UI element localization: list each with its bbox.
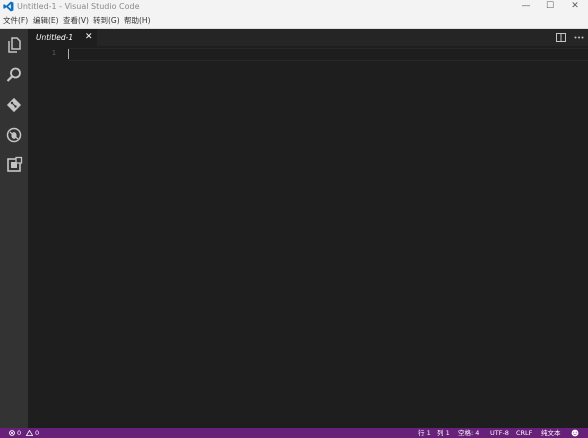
git-icon[interactable] (4, 95, 24, 115)
tab-untitled-1[interactable]: Untitled-1 ✕ (28, 29, 97, 46)
status-column[interactable]: 列 1 (437, 428, 450, 438)
title-bar: Untitled-1 - Visual Studio Code — ☐ ✕ (0, 0, 588, 13)
split-editor-icon[interactable] (554, 31, 568, 44)
explorer-icon[interactable] (4, 35, 24, 55)
error-count[interactable]: 0 (17, 428, 21, 438)
minimize-button[interactable]: — (514, 0, 538, 13)
status-bar: 0 0 行 1 列 1 空格: 4 UTF-8 CRLF 纯文本 (0, 428, 588, 438)
warning-count[interactable]: 0 (35, 428, 39, 438)
menu-edit[interactable]: 编辑(E) (33, 14, 59, 27)
current-line-highlight (68, 48, 588, 61)
menu-file[interactable]: 文件(F) (3, 14, 28, 27)
status-eol[interactable]: CRLF (516, 428, 532, 438)
status-encoding[interactable]: UTF-8 (490, 428, 509, 438)
warning-icon[interactable] (26, 430, 33, 436)
menu-view[interactable]: 查看(V) (63, 14, 89, 27)
maximize-button[interactable]: ☐ (538, 0, 562, 13)
editor-area[interactable]: 1 (28, 46, 588, 428)
vscode-logo-icon (3, 1, 14, 12)
search-icon[interactable] (4, 65, 24, 85)
text-cursor (68, 49, 69, 59)
menu-bar: 文件(F) 编辑(E) 查看(V) 转到(G) 帮助(H) (0, 13, 588, 29)
activity-bar (0, 29, 28, 428)
tab-close-button[interactable]: ✕ (85, 31, 93, 43)
editor-tabs: Untitled-1 ✕ (28, 29, 588, 46)
status-indentation[interactable]: 空格: 4 (458, 428, 479, 438)
menu-goto[interactable]: 转到(G) (93, 14, 120, 27)
error-icon[interactable] (9, 430, 15, 436)
more-actions-icon[interactable] (572, 31, 586, 44)
extensions-icon[interactable] (4, 155, 24, 175)
menu-help[interactable]: 帮助(H) (124, 14, 151, 27)
status-line[interactable]: 行 1 (418, 428, 431, 438)
debug-icon[interactable] (4, 125, 24, 145)
window-title: Untitled-1 - Visual Studio Code (17, 2, 140, 11)
line-number: 1 (51, 49, 56, 57)
tab-label: Untitled-1 (36, 33, 74, 42)
status-language[interactable]: 纯文本 (541, 428, 561, 438)
close-window-button[interactable]: ✕ (563, 0, 587, 13)
feedback-smiley-icon[interactable] (571, 429, 579, 437)
